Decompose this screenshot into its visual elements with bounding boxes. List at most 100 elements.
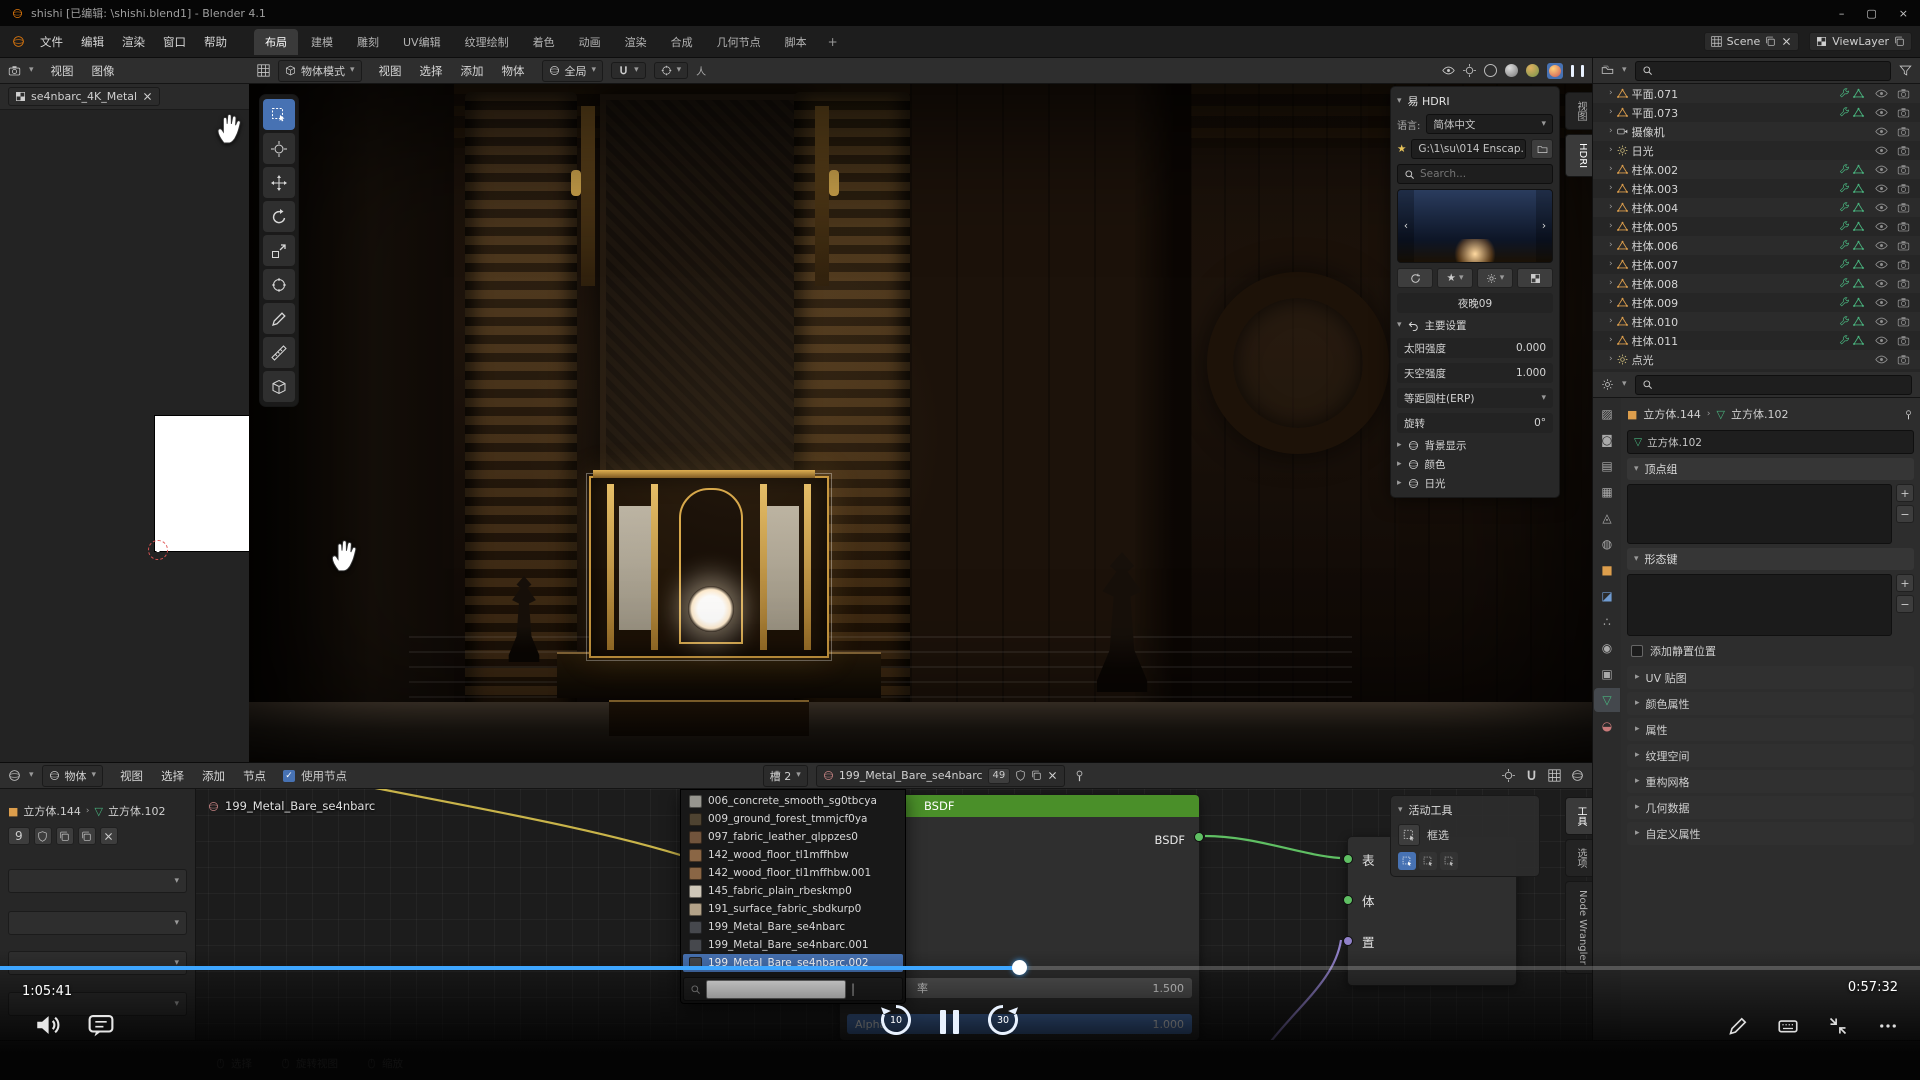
show-overlays-icon[interactable]: [1442, 64, 1455, 77]
hide-in-viewport-toggle[interactable]: [1872, 144, 1890, 157]
workspace-tab[interactable]: 动画: [568, 29, 612, 55]
hide-in-viewport-toggle[interactable]: [1872, 334, 1890, 347]
disable-in-render-toggle[interactable]: [1894, 277, 1912, 290]
bsdf-output-socket[interactable]: [1194, 832, 1204, 842]
hide-in-viewport-toggle[interactable]: [1872, 277, 1890, 290]
show-gizmos-icon[interactable]: [1463, 64, 1476, 77]
expand-icon[interactable]: ›: [1609, 298, 1613, 307]
outliner-row[interactable]: › 日光: [1593, 141, 1920, 160]
workspace-tab[interactable]: 着色: [522, 29, 566, 55]
data-name-field[interactable]: ▽ 立方体.102: [1627, 430, 1914, 454]
remove-vertex-group-button[interactable]: −: [1896, 505, 1914, 523]
duplicate-material-icon[interactable]: [1031, 770, 1042, 781]
outliner-row[interactable]: › 柱体.006: [1593, 236, 1920, 255]
expand-icon[interactable]: ›: [1609, 317, 1613, 326]
outliner-row[interactable]: › 平面.071: [1593, 84, 1920, 103]
collapsed-panel[interactable]: ▾: [8, 911, 187, 935]
node-sidebar-tab[interactable]: 工具: [1565, 797, 1592, 835]
add-workspace-button[interactable]: +: [820, 31, 846, 53]
copy-material-button[interactable]: [56, 827, 74, 845]
output-socket-row[interactable]: 置: [1348, 931, 1516, 951]
material-dropdown-item[interactable]: 191_surface_fabric_sbdkurp0: [683, 900, 903, 918]
more-options-icon[interactable]: [1878, 1016, 1898, 1036]
shading-material-button[interactable]: [1526, 64, 1539, 77]
hide-in-viewport-toggle[interactable]: [1872, 239, 1890, 252]
viewport-canvas[interactable]: ▾ 易 HDRI 语言: 简体中文▾ ★ G:\1\su\014 Enscap.…: [249, 84, 1592, 762]
settings-button[interactable]: ▾: [1477, 268, 1513, 288]
collapsed-section[interactable]: ▸ UV 贴图: [1627, 666, 1914, 689]
unlink-image-icon[interactable]: [142, 91, 153, 102]
object-name[interactable]: 柱体.010: [1632, 314, 1835, 330]
workspace-tab[interactable]: 渲染: [614, 29, 658, 55]
object-name[interactable]: 点光: [1632, 352, 1868, 368]
unlink-scene-icon[interactable]: [1781, 36, 1792, 47]
outliner-search-field[interactable]: [1635, 61, 1891, 81]
object-name[interactable]: 柱体.007: [1632, 257, 1835, 273]
material-dropdown-item[interactable]: 199_Metal_Bare_se4nbarc: [683, 918, 903, 936]
view-layer-selector[interactable]: ViewLayer: [1809, 32, 1912, 51]
workspace-tab[interactable]: 纹理绘制: [454, 29, 520, 55]
hdri-search-input[interactable]: [1420, 168, 1546, 180]
disable-in-render-toggle[interactable]: [1894, 106, 1912, 119]
language-select[interactable]: 简体中文▾: [1426, 114, 1553, 134]
rest-position-checkbox[interactable]: [1631, 645, 1643, 657]
hide-in-viewport-toggle[interactable]: [1872, 258, 1890, 271]
properties-tab[interactable]: ▽: [1594, 688, 1620, 712]
hide-in-viewport-toggle[interactable]: [1872, 315, 1890, 328]
node-sidebar-tab[interactable]: 选项: [1565, 839, 1592, 877]
properties-editor-type-icon[interactable]: [1601, 378, 1614, 391]
expand-icon[interactable]: ›: [1609, 108, 1613, 117]
hdri-collapsed-section[interactable]: ▸ 背景显示: [1397, 438, 1553, 453]
workspace-tab[interactable]: 建模: [300, 29, 344, 55]
box-select-tool-icon[interactable]: [1398, 824, 1420, 846]
rewind-button[interactable]: 10: [878, 1002, 914, 1038]
input-socket[interactable]: [1343, 936, 1353, 946]
disable-in-render-toggle[interactable]: [1894, 258, 1912, 271]
collapsed-panel[interactable]: ▾: [8, 869, 187, 893]
object-name[interactable]: 柱体.006: [1632, 238, 1835, 254]
hide-in-viewport-toggle[interactable]: [1872, 220, 1890, 233]
disable-in-render-toggle[interactable]: [1894, 353, 1912, 366]
properties-tab[interactable]: ◪: [1594, 584, 1620, 608]
sky-strength-slider[interactable]: 天空强度1.000: [1397, 363, 1553, 383]
rest-position-row[interactable]: 添加静置位置: [1627, 640, 1914, 662]
expand-icon[interactable]: ›: [1609, 241, 1613, 250]
image-editor-menu[interactable]: 图像: [83, 59, 124, 83]
snapping-magnet-icon[interactable]: [1525, 769, 1538, 782]
outliner-row[interactable]: › 点光: [1593, 350, 1920, 369]
expand-icon[interactable]: ›: [1609, 127, 1613, 136]
properties-tab[interactable]: ◍: [1594, 532, 1620, 556]
previous-hdri-button[interactable]: ‹: [1398, 190, 1414, 262]
properties-search-input[interactable]: [1658, 379, 1905, 391]
shading-solid-button[interactable]: [1505, 64, 1518, 77]
transform-orientation-selector[interactable]: 全局▾: [542, 60, 604, 82]
collapsed-section[interactable]: ▸ 几何数据: [1627, 796, 1914, 819]
expand-icon[interactable]: ›: [1609, 165, 1613, 174]
tool-button[interactable]: [263, 167, 295, 198]
shader-editor-menu[interactable]: 视图: [111, 764, 152, 788]
minimize-button[interactable]: –: [1839, 7, 1845, 20]
properties-tab[interactable]: ◒: [1594, 714, 1620, 738]
tool-button[interactable]: [263, 133, 295, 164]
shading-wireframe-button[interactable]: [1484, 64, 1497, 77]
object-name[interactable]: 平面.071: [1632, 86, 1835, 102]
hide-in-viewport-toggle[interactable]: [1872, 87, 1890, 100]
hdri-search-field[interactable]: [1397, 164, 1553, 184]
menu-item[interactable]: 渲染: [113, 30, 154, 54]
player-progress-bar[interactable]: [0, 966, 1920, 970]
properties-tab[interactable]: ■: [1594, 558, 1620, 582]
properties-tab[interactable]: ◬: [1594, 506, 1620, 530]
shader-editor-menu[interactable]: 节点: [234, 764, 275, 788]
new-view-layer-icon[interactable]: [1894, 36, 1905, 47]
object-name[interactable]: 柱体.003: [1632, 181, 1835, 197]
disable-in-render-toggle[interactable]: [1894, 201, 1912, 214]
disable-in-render-toggle[interactable]: [1894, 163, 1912, 176]
menu-item[interactable]: 帮助: [195, 30, 236, 54]
tool-button[interactable]: [263, 201, 295, 232]
browse-folder-button[interactable]: [1531, 139, 1553, 159]
hdri-collapsed-section[interactable]: ▸ 日光: [1397, 476, 1553, 491]
outliner-row[interactable]: › 柱体.007: [1593, 255, 1920, 274]
next-hdri-button[interactable]: ›: [1536, 190, 1552, 262]
outliner-row[interactable]: › 柱体.003: [1593, 179, 1920, 198]
viewport-menu[interactable]: 添加: [452, 59, 493, 83]
